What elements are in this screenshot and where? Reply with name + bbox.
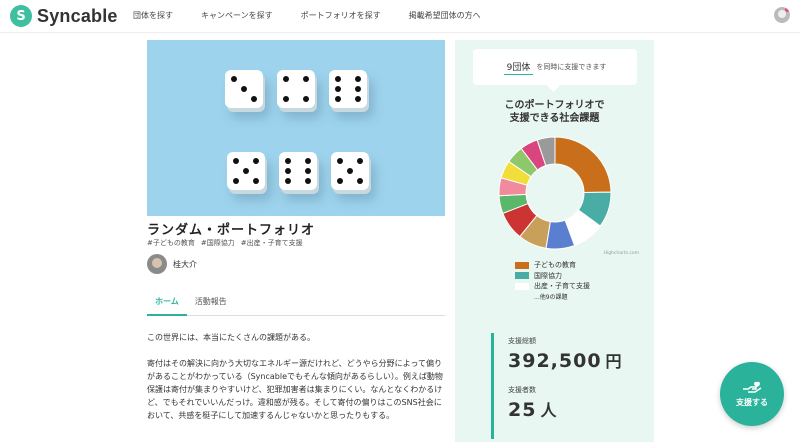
syncable-logo[interactable]: S Syncable [10,5,118,27]
total-label: 支援総額 [508,337,536,345]
supporters-count: 25 人 [508,397,623,421]
support-stats: 支援総額 392,500 円 支援者数 25 人 [491,333,623,439]
top-header: S Syncable 団体を探す キャンペーンを探す ポートフォリオを探す 掲載… [0,0,800,33]
tag-link[interactable]: #国際協力 [201,238,235,248]
tab-activity-report[interactable]: 活動報告 [187,292,235,316]
tag-link[interactable]: #子どもの教育 [147,238,195,248]
support-button[interactable]: 支援する [720,362,784,426]
legend-label: 子どもの教育 [534,261,576,270]
legend-more: ...他9の課題 [534,293,568,301]
description-paragraph: 寄付はその解決に向かう大切なエネルギー源だけれど、どうやら分野によって偏りがある… [147,359,443,420]
issues-heading: このポートフォリオで 支援できる社会課題 [455,99,654,125]
nav-for-organizations[interactable]: 掲載希望団体の方へ [409,10,481,21]
legend-item[interactable]: 子どもの教育 [515,260,590,271]
legend-swatch [515,261,529,269]
tag-list: #子どもの教育 #国際協力 #出産・子育て支援 [147,238,309,248]
org-count-suffix: を同時に支援できます [536,63,607,71]
issues-heading-line1: このポートフォリオで [504,100,605,111]
donut-svg [498,136,612,250]
supporters-label: 支援者数 [508,386,536,394]
content-tabs: ホーム 活動報告 [147,292,445,316]
hand-heart-icon [743,381,762,393]
tab-home[interactable]: ホーム [147,292,187,316]
die-icon [277,70,315,108]
portfolio-description: この世界には、本当にたくさんの課題がある。 寄付はその解決に向かう大切なエネルギ… [147,331,445,435]
notification-dot [785,7,790,12]
nav-find-portfolios[interactable]: ポートフォリオを探す [301,10,381,21]
issues-heading-line2: 支援できる社会課題 [509,113,600,124]
logo-text: Syncable [37,5,118,26]
support-button-label: 支援する [736,398,768,407]
author-avatar [147,254,167,274]
author-name: 桂大介 [173,259,197,269]
die-icon [329,70,367,108]
main-nav: 団体を探す キャンペーンを探す ポートフォリオを探す 掲載希望団体の方へ [133,10,509,21]
nav-find-organizations[interactable]: 団体を探す [133,10,173,21]
legend-item[interactable]: 国際協力 [515,271,590,282]
support-panel: 9団体 を同時に支援できます このポートフォリオで 支援できる社会課題 High… [455,40,654,442]
tag-link[interactable]: #出産・子育て支援 [241,238,303,248]
die-icon [279,152,317,190]
legend-swatch [515,282,529,290]
chart-credit[interactable]: Highcharts.com [604,251,639,256]
logo-mark-icon: S [10,5,32,27]
supporters-count-value: 25 [508,399,537,421]
author[interactable]: 桂大介 [147,254,197,274]
issues-donut-chart [497,135,613,251]
org-count-box: 9団体 を同時に支援できます [473,49,637,85]
org-count: 9団体 [503,60,534,75]
total-amount: 392,500 円 [508,348,623,372]
die-icon [225,70,263,108]
die-icon [227,152,265,190]
legend-label: 出産・子育て支援 [534,282,590,291]
supporters-count-unit: 人 [540,401,558,420]
chart-legend: 子どもの教育 国際協力 出産・子育て支援 ...他9の課題 [515,260,590,301]
total-amount-unit: 円 [605,352,623,371]
portfolio-title: ランダム・ポートフォリオ [147,223,316,238]
legend-item[interactable]: 出産・子育て支援 [515,281,590,292]
die-icon [331,152,369,190]
user-avatar[interactable] [774,7,790,23]
legend-swatch [515,272,529,280]
nav-find-campaigns[interactable]: キャンペーンを探す [201,10,273,21]
hero-dice-image [147,40,445,216]
donut-slice[interactable] [554,136,612,194]
description-paragraph: この世界には、本当にたくさんの課題がある。 [147,333,315,342]
total-amount-value: 392,500 [508,350,602,372]
legend-label: 国際協力 [534,271,562,280]
